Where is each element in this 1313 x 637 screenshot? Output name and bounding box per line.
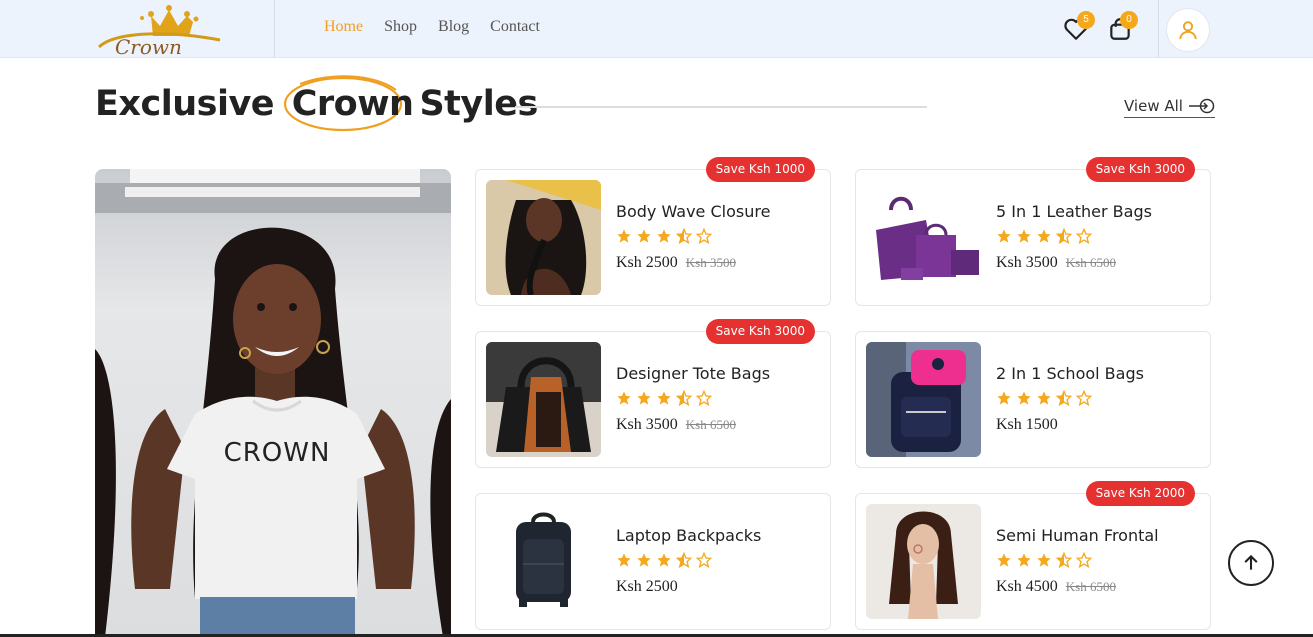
site-header: Crown Home Shop Blog Contact 5 0 [0,0,1313,59]
star-full-icon [997,553,1011,567]
star-full-icon [617,391,631,405]
star-full-icon [657,391,671,405]
product-name[interactable]: 2 In 1 School Bags [996,364,1144,383]
product-card[interactable]: 2 In 1 School Bags Ksh 1500 [855,331,1211,468]
star-half-icon [1056,552,1072,568]
product-name[interactable]: Semi Human Frontal [996,526,1159,545]
crown-logo[interactable]: Crown [95,2,227,59]
product-price: Ksh 3500 Ksh 6500 [996,254,1116,271]
product-card[interactable]: Save Ksh 3000 5 In 1 Leather Bags Ksh 35… [855,157,1211,306]
svg-text:Crown: Crown [115,35,182,56]
product-card[interactable]: Save Ksh 2000 Semi Human Frontal Ksh 450… [855,481,1211,630]
star-full-icon [617,553,631,567]
star-full-icon [637,391,651,405]
star-half-icon [676,228,692,244]
old-price: Ksh 6500 [685,417,736,432]
main-nav: Home Shop Blog Contact [324,18,561,36]
product-card[interactable]: Laptop Backpacks Ksh 2500 [475,493,831,630]
nav-contact[interactable]: Contact [490,18,540,36]
title-part-1: Exclusive [95,84,275,124]
svg-text:CROWN: CROWN [224,438,331,468]
title-divider [515,106,927,108]
product-image[interactable] [486,180,601,295]
save-badge: Save Ksh 1000 [705,157,815,182]
header-divider [1158,0,1159,58]
product-name[interactable]: Body Wave Closure [616,202,770,221]
star-full-icon [1037,229,1051,243]
rating-stars [996,228,1092,244]
rating-stars [616,552,712,568]
product-price: Ksh 1500 [996,416,1058,433]
star-full-icon [997,391,1011,405]
star-half-icon [676,390,692,406]
product-name[interactable]: Designer Tote Bags [616,364,770,383]
product-card[interactable]: Save Ksh 3000 Designer Tote Bags Ksh 350… [475,319,831,468]
product-price: Ksh 2500 [616,578,678,595]
star-empty-icon [1076,552,1092,568]
product-price: Ksh 4500 Ksh 6500 [996,578,1116,595]
old-price: Ksh 6500 [1065,579,1116,594]
nav-home[interactable]: Home [324,18,363,36]
arrow-up-icon [1244,554,1258,570]
star-half-icon [1056,390,1072,406]
view-all-link[interactable]: View All [1124,97,1215,118]
star-full-icon [1017,229,1031,243]
star-full-icon [1037,391,1051,405]
star-empty-icon [696,390,712,406]
star-full-icon [657,553,671,567]
star-full-icon [617,229,631,243]
nav-shop[interactable]: Shop [384,18,417,36]
product-image[interactable] [486,342,601,457]
star-empty-icon [696,228,712,244]
product-name[interactable]: 5 In 1 Leather Bags [996,202,1152,221]
star-half-icon [1056,228,1072,244]
arrow-right-circle-icon [1188,98,1215,114]
star-half-icon [676,552,692,568]
star-full-icon [637,229,651,243]
product-name[interactable]: Laptop Backpacks [616,526,761,545]
rating-stars [616,390,712,406]
product-image[interactable] [866,342,981,457]
rating-stars [616,228,712,244]
star-full-icon [997,229,1011,243]
save-badge: Save Ksh 3000 [1085,157,1195,182]
wishlist-count-badge: 5 [1077,11,1095,29]
hero-model-image: CROWN [95,169,451,637]
product-image[interactable] [486,504,601,619]
title-part-2: Styles [419,84,538,124]
save-badge: Save Ksh 2000 [1085,481,1195,506]
cart-count-badge: 0 [1120,11,1138,29]
product-price: Ksh 3500 Ksh 6500 [616,416,736,433]
star-empty-icon [1076,228,1092,244]
star-full-icon [1017,391,1031,405]
header-divider [274,0,275,58]
rating-stars [996,552,1092,568]
star-full-icon [637,553,651,567]
star-empty-icon [1076,390,1092,406]
save-badge: Save Ksh 3000 [705,319,815,344]
product-image[interactable] [866,504,981,619]
account-button[interactable] [1166,8,1210,52]
star-full-icon [1037,553,1051,567]
user-icon [1179,21,1197,40]
nav-blog[interactable]: Blog [438,18,469,36]
rating-stars [996,390,1092,406]
title-accent: Crown [283,75,420,132]
product-card[interactable]: Save Ksh 1000 Body Wave Closure Ksh 2500… [475,157,831,306]
product-image[interactable] [866,180,981,295]
product-price: Ksh 2500 Ksh 3500 [616,254,736,271]
scroll-to-top-button[interactable] [1228,540,1274,586]
star-empty-icon [696,552,712,568]
star-full-icon [1017,553,1031,567]
old-price: Ksh 3500 [685,255,736,270]
section-title: Exclusive Crown Styles [95,75,538,132]
star-full-icon [657,229,671,243]
old-price: Ksh 6500 [1065,255,1116,270]
